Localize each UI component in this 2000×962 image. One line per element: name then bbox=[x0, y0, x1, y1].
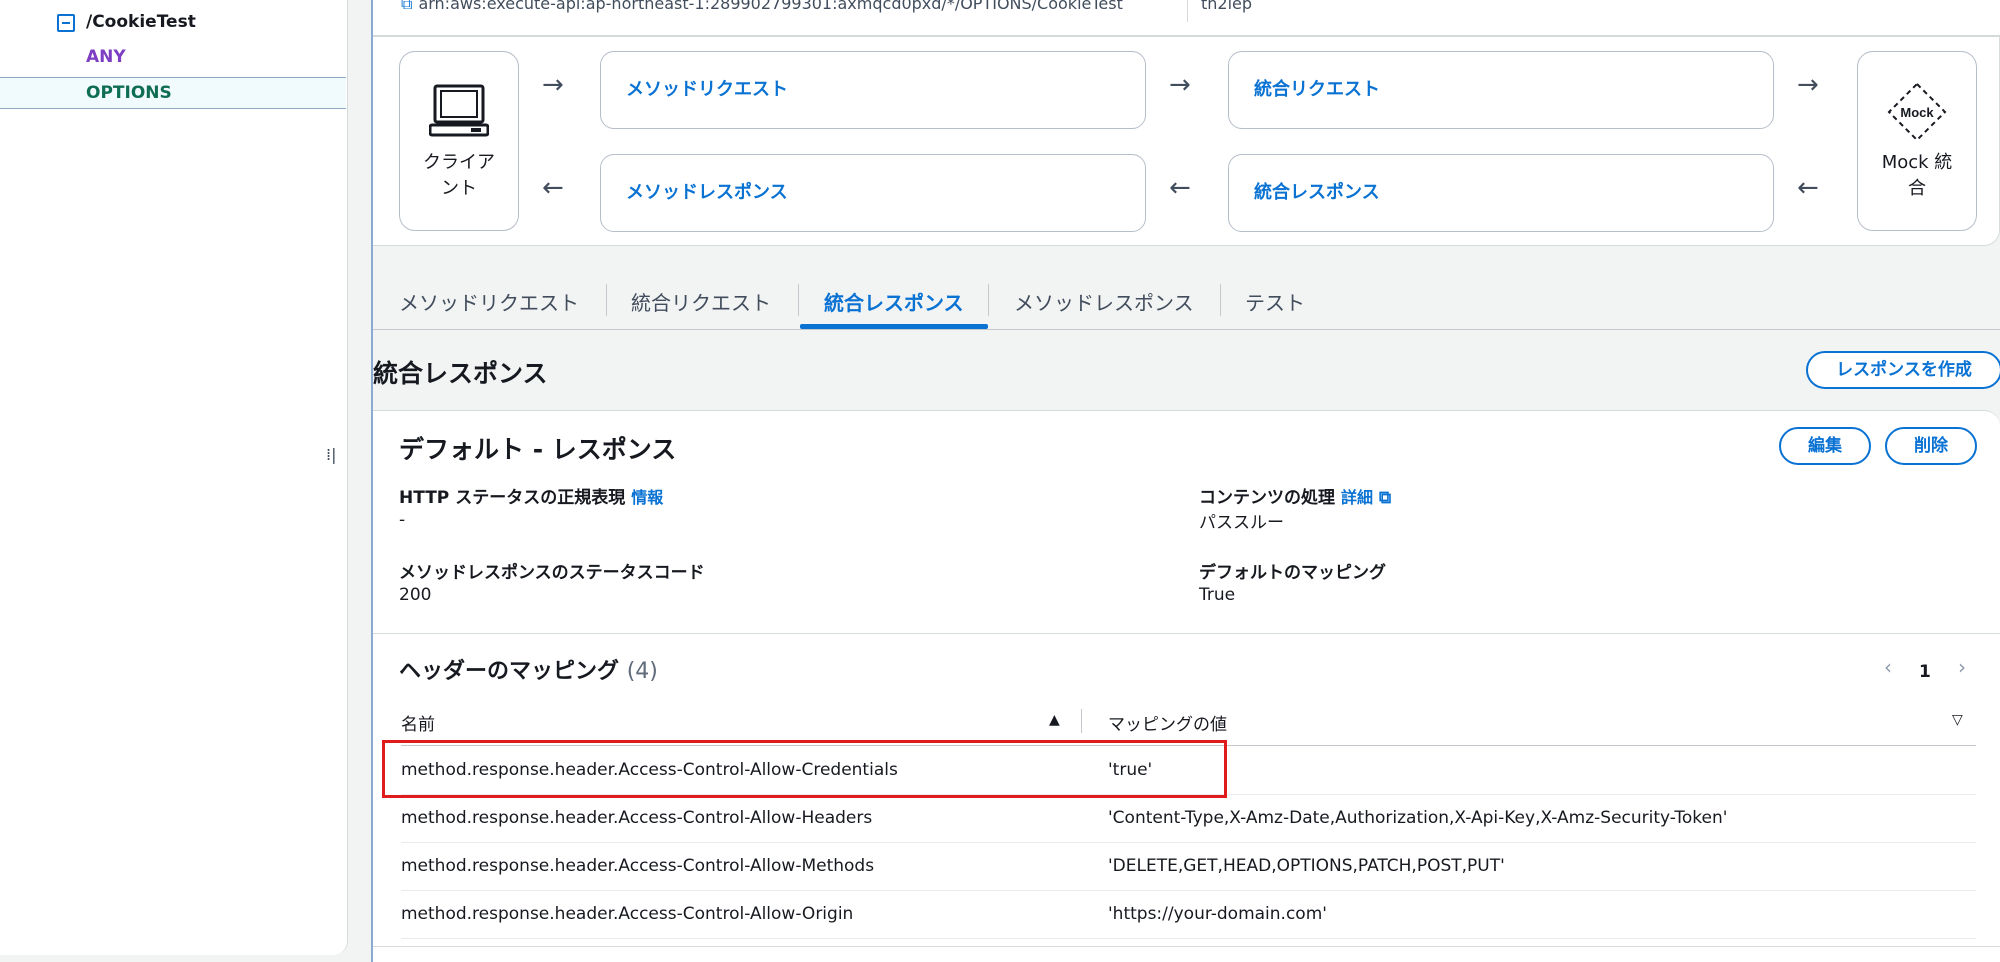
column-separator[interactable] bbox=[1081, 709, 1082, 733]
http-status-regex-label-text: HTTP ステータスの正規表現 bbox=[399, 488, 626, 508]
tab-separator bbox=[798, 284, 799, 316]
method-options[interactable]: OPTIONS bbox=[0, 77, 346, 109]
column-header-mapping-value[interactable]: マッピングの値 bbox=[1108, 710, 1227, 735]
client-label: クライアント bbox=[423, 152, 495, 199]
tab-separator bbox=[1220, 284, 1221, 316]
http-status-regex-label: HTTP ステータスの正規表現 情報 bbox=[399, 483, 663, 508]
arrow-left-icon: ← bbox=[1169, 173, 1191, 203]
section-title: 統合レスポンス bbox=[373, 359, 548, 388]
tab-test[interactable]: テスト bbox=[1245, 287, 1305, 331]
next-page-icon[interactable]: › bbox=[1958, 655, 1966, 679]
mapping-name: method.response.header.Access-Control-Al… bbox=[401, 808, 873, 828]
tab-integration-request[interactable]: 統合リクエスト bbox=[631, 287, 771, 331]
delete-button[interactable]: 削除 bbox=[1885, 427, 1977, 465]
content-handling-label: コンテンツの処理 詳細 ⧉ bbox=[1199, 483, 1391, 508]
active-tab-indicator bbox=[800, 324, 988, 329]
page-number-text: 1 bbox=[1919, 662, 1931, 682]
mapping-name: method.response.header.Access-Control-Al… bbox=[401, 856, 875, 876]
panel-divider bbox=[373, 633, 2000, 634]
resource-tree-sidebar: /CookieTest ANY OPTIONS ⁞| bbox=[0, 0, 348, 955]
resource-path-label: /CookieTest bbox=[86, 12, 196, 32]
default-mapping-value: True bbox=[1199, 585, 1236, 605]
page-number[interactable]: 1 bbox=[1919, 658, 1931, 682]
method-any[interactable]: ANY bbox=[0, 41, 346, 73]
create-response-button[interactable]: レスポンスを作成 bbox=[1806, 351, 2000, 389]
mapping-value: 'Content-Type,X-Amz-Date,Authorization,X… bbox=[1108, 808, 1728, 828]
mapping-name: method.response.header.Access-Control-Al… bbox=[401, 904, 854, 924]
table-row: method.response.header.Access-Control-Al… bbox=[401, 795, 1976, 843]
annotation-highlight-box bbox=[382, 740, 1227, 798]
info-link[interactable]: 情報 bbox=[631, 488, 663, 507]
tab-separator bbox=[988, 284, 989, 316]
header-mappings-title-text: ヘッダーのマッピング bbox=[399, 659, 620, 684]
arn-text: ⧉ arn:aws:execute-api:ap-northeast-1:2899… bbox=[401, 0, 1123, 14]
column-header-name[interactable]: 名前 bbox=[401, 710, 435, 735]
laptop-icon bbox=[428, 84, 490, 137]
content-handling-label-text: コンテンツの処理 bbox=[1199, 488, 1335, 508]
arrow-left-icon: ← bbox=[542, 173, 564, 203]
copy-icon[interactable]: ⧉ bbox=[401, 0, 412, 13]
tab-separator bbox=[606, 284, 607, 316]
content-handling-value: パススルー bbox=[1199, 513, 1284, 533]
flow-method-response[interactable]: メソッドレスポンス bbox=[600, 154, 1146, 232]
details-link[interactable]: 詳細 bbox=[1341, 488, 1373, 507]
arrow-right-icon: → bbox=[1169, 70, 1191, 100]
http-status-regex-value: - bbox=[399, 510, 406, 530]
resource-id: th2lep bbox=[1201, 0, 1253, 13]
sort-descending-icon[interactable]: ▽ bbox=[1952, 712, 1963, 728]
resource-cookietest[interactable]: /CookieTest bbox=[0, 6, 346, 38]
mapping-value: 'https://your-domain.com' bbox=[1108, 904, 1327, 924]
header-mappings-title: ヘッダーのマッピング (4) bbox=[399, 653, 658, 685]
collapse-icon[interactable] bbox=[57, 14, 75, 32]
arn-value: arn:aws:execute-api:ap-northeast-1:28990… bbox=[418, 0, 1123, 13]
header-mappings-count: (4) bbox=[626, 659, 658, 684]
tab-method-response[interactable]: メソッドレスポンス bbox=[1014, 287, 1194, 331]
flow-integration-response[interactable]: 統合レスポンス bbox=[1228, 154, 1774, 232]
sidebar-resize-handle-icon[interactable]: ⁞| bbox=[326, 445, 336, 464]
method-status-code-label: メソッドレスポンスのステータスコード bbox=[399, 563, 705, 583]
table-row: method.response.header.Access-Control-Al… bbox=[401, 843, 1976, 891]
flow-integration-request[interactable]: 統合リクエスト bbox=[1228, 51, 1774, 129]
table-bottom-border bbox=[373, 946, 2000, 947]
mock-integration-box: Mock Mock 統合 bbox=[1857, 51, 1977, 231]
sort-ascending-icon[interactable]: ▲ bbox=[1049, 712, 1060, 728]
flow-method-request[interactable]: メソッドリクエスト bbox=[600, 51, 1146, 129]
arrow-right-icon: → bbox=[1797, 70, 1819, 100]
external-link-icon: ⧉ bbox=[1379, 488, 1392, 508]
method-any-label: ANY bbox=[86, 47, 126, 67]
mapping-value: 'DELETE,GET,HEAD,OPTIONS,PATCH,POST,PUT' bbox=[1108, 856, 1505, 876]
method-options-label: OPTIONS bbox=[86, 83, 172, 103]
url-separator bbox=[1187, 0, 1188, 22]
svg-text:Mock: Mock bbox=[1900, 105, 1934, 120]
method-status-code-value: 200 bbox=[399, 585, 432, 605]
panel-title: デフォルト - レスポンス bbox=[399, 435, 677, 464]
mock-label: Mock 統合 bbox=[1881, 152, 1953, 199]
arrow-left-icon: ← bbox=[1797, 173, 1819, 203]
mock-icon: Mock bbox=[1887, 82, 1947, 142]
edit-button[interactable]: 編集 bbox=[1779, 427, 1871, 465]
previous-page-icon[interactable]: ‹ bbox=[1884, 655, 1892, 679]
arrow-right-icon: → bbox=[542, 70, 564, 100]
tab-method-request[interactable]: メソッドリクエスト bbox=[399, 287, 579, 331]
default-mapping-label: デフォルトのマッピング bbox=[1199, 563, 1386, 583]
client-box: クライアント bbox=[399, 51, 519, 231]
table-row: method.response.header.Access-Control-Al… bbox=[401, 891, 1976, 939]
invoke-url-strip: ⧉ arn:aws:execute-api:ap-northeast-1:2899… bbox=[373, 0, 2000, 36]
